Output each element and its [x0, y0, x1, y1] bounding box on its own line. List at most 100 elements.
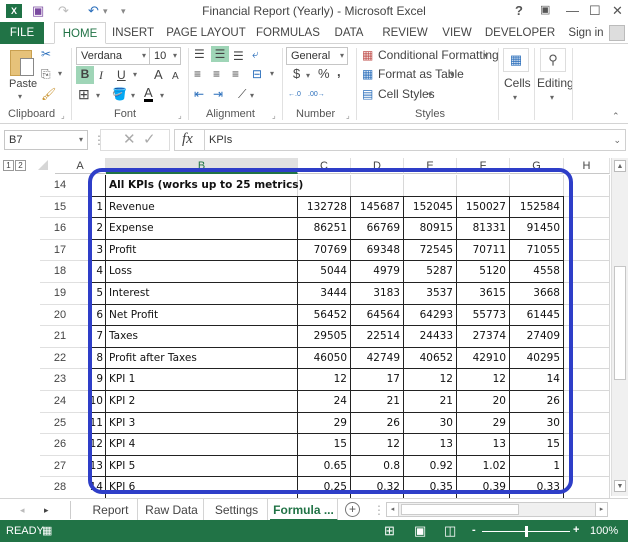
value-cell-c[interactable]: 0.25: [298, 477, 350, 499]
value-cell-c[interactable]: 15: [298, 434, 350, 456]
value-cell-d[interactable]: 145687: [351, 197, 403, 219]
tab-data[interactable]: DATA: [328, 22, 370, 44]
value-cell-d[interactable]: 66769: [351, 218, 403, 240]
table-header[interactable]: All KPIs (works up to 25 metrics): [106, 175, 366, 197]
value-cell-c[interactable]: 132728: [298, 197, 350, 219]
metric-number-cell[interactable]: 8: [80, 348, 106, 370]
row-header[interactable]: 23: [40, 369, 80, 391]
value-cell-f[interactable]: 70711: [457, 240, 509, 262]
align-right-icon[interactable]: ≡: [232, 66, 239, 82]
fill-color-dropdown-icon[interactable]: ▾: [131, 88, 135, 104]
clipboard-launcher-icon[interactable]: ⌟: [61, 108, 65, 124]
cell-styles-button[interactable]: Cell Styles: [378, 86, 435, 102]
row-header[interactable]: 19: [40, 283, 80, 305]
metric-name-cell[interactable]: KPI 1: [106, 369, 298, 391]
row-header[interactable]: 14: [40, 175, 80, 197]
font-launcher-icon[interactable]: ⌟: [178, 108, 182, 124]
value-cell-e[interactable]: 13: [404, 434, 456, 456]
cut-icon[interactable]: ✂: [41, 46, 51, 62]
value-cell-f[interactable]: 42910: [457, 348, 509, 370]
row-header[interactable]: 17: [40, 240, 80, 262]
value-cell-c[interactable]: 24: [298, 391, 350, 413]
value-cell-g[interactable]: 1: [510, 456, 563, 478]
horizontal-scrollbar[interactable]: ◂ ▸: [386, 502, 608, 517]
value-cell-g[interactable]: 15: [510, 434, 563, 456]
sheet-tab-report[interactable]: Report: [84, 499, 138, 521]
editing-dropdown-icon[interactable]: ▾: [550, 90, 554, 106]
column-header-h[interactable]: H: [564, 158, 610, 174]
column-header-b[interactable]: B: [106, 158, 298, 174]
metric-name-cell[interactable]: Profit: [106, 240, 298, 262]
align-left-icon[interactable]: ≡: [194, 66, 201, 82]
value-cell-d[interactable]: 0.8: [351, 456, 403, 478]
middle-align-icon[interactable]: ☰: [211, 46, 229, 62]
user-avatar[interactable]: [609, 25, 625, 41]
column-header-e[interactable]: E: [404, 158, 457, 174]
editing-button[interactable]: Editing: [537, 75, 574, 91]
value-cell-g[interactable]: 152584: [510, 197, 563, 219]
name-box[interactable]: B7 ▾: [4, 130, 88, 150]
horizontal-scroll-thumb[interactable]: [401, 504, 519, 515]
zoom-in-button[interactable]: +: [573, 524, 579, 536]
close-button[interactable]: ✕: [612, 3, 623, 19]
metric-number-cell[interactable]: 3: [80, 240, 106, 262]
value-cell-c[interactable]: 46050: [298, 348, 350, 370]
underline-button[interactable]: U: [117, 67, 126, 83]
metric-number-cell[interactable]: 14: [80, 477, 106, 499]
value-cell-f[interactable]: 13: [457, 434, 509, 456]
maximize-button[interactable]: ☐: [589, 3, 601, 19]
row-header[interactable]: 16: [40, 218, 80, 240]
minimize-button[interactable]: —: [566, 3, 579, 18]
new-sheet-button[interactable]: +: [345, 502, 360, 517]
next-sheet-icon[interactable]: ▸: [44, 502, 49, 518]
value-cell-f[interactable]: 3615: [457, 283, 509, 305]
zoom-level[interactable]: 100%: [590, 525, 618, 537]
value-cell-f[interactable]: 0.39: [457, 477, 509, 499]
row-header[interactable]: 28: [40, 477, 80, 499]
value-cell-g[interactable]: 61445: [510, 305, 563, 327]
value-cell-g[interactable]: 0.33: [510, 477, 563, 499]
ribbon-display-options-icon[interactable]: ▣: [540, 3, 550, 16]
column-header-d[interactable]: D: [351, 158, 404, 174]
column-header-a[interactable]: A: [55, 158, 106, 174]
metric-number-cell[interactable]: 2: [80, 218, 106, 240]
merge-center-icon[interactable]: ⊟: [252, 66, 262, 82]
value-cell-d[interactable]: 42749: [351, 348, 403, 370]
enter-icon[interactable]: ✓: [143, 132, 156, 148]
sign-in-link[interactable]: Sign in: [566, 22, 606, 44]
top-align-icon[interactable]: ☰: [194, 46, 205, 62]
metric-name-cell[interactable]: Revenue: [106, 197, 298, 219]
wrap-text-icon[interactable]: ⤶: [252, 46, 259, 62]
borders-icon[interactable]: ⊞: [78, 86, 90, 102]
value-cell-e[interactable]: 152045: [404, 197, 456, 219]
vertical-scroll-thumb[interactable]: [614, 266, 626, 380]
value-cell-g[interactable]: 71055: [510, 240, 563, 262]
merge-dropdown-icon[interactable]: ▾: [270, 66, 274, 82]
scroll-left-button[interactable]: ◂: [387, 503, 399, 516]
currency-dropdown-icon[interactable]: ▾: [306, 68, 310, 84]
sheet-tab-formula[interactable]: Formula ...: [270, 499, 338, 521]
metric-name-cell[interactable]: KPI 5: [106, 456, 298, 478]
cells-dropdown-icon[interactable]: ▾: [513, 90, 517, 106]
value-cell-e[interactable]: 12: [404, 369, 456, 391]
copy-dropdown-icon[interactable]: ▾: [58, 66, 62, 82]
increase-font-size-button[interactable]: A: [154, 67, 163, 83]
value-cell-e[interactable]: 0.92: [404, 456, 456, 478]
tab-file[interactable]: FILE: [0, 22, 44, 44]
orientation-icon[interactable]: ⟋: [238, 86, 246, 102]
value-cell-g[interactable]: 40295: [510, 348, 563, 370]
row-header[interactable]: 20: [40, 305, 80, 327]
value-cell-f[interactable]: 20: [457, 391, 509, 413]
metric-number-cell[interactable]: 13: [80, 456, 106, 478]
value-cell-f[interactable]: 1.02: [457, 456, 509, 478]
prev-sheet-icon[interactable]: ◂: [20, 502, 25, 518]
value-cell-g[interactable]: 27409: [510, 326, 563, 348]
number-format-select[interactable]: General ▾: [286, 47, 348, 65]
cells-button[interactable]: Cells: [504, 75, 531, 91]
paste-dropdown-icon[interactable]: ▾: [18, 92, 22, 101]
row-header[interactable]: 25: [40, 413, 80, 435]
format-painter-icon[interactable]: 🖌: [41, 86, 56, 102]
value-cell-d[interactable]: 3183: [351, 283, 403, 305]
metric-name-cell[interactable]: KPI 2: [106, 391, 298, 413]
tab-view[interactable]: VIEW: [440, 22, 474, 44]
